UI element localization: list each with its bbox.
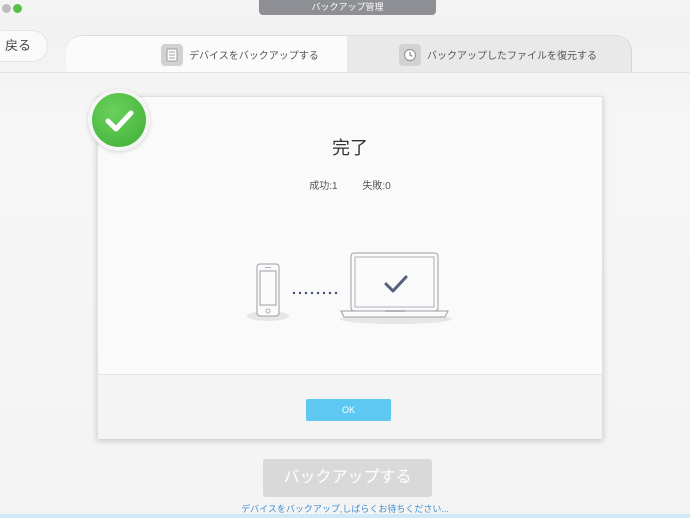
tab-backup-device[interactable]: デバイスをバックアップする xyxy=(66,35,348,73)
tab-restore-files[interactable]: バックアップしたファイルを復元する xyxy=(347,35,632,73)
dialog-title: 完了 xyxy=(332,138,368,158)
completion-dialog: 完了 成功:1 失敗:0 OK xyxy=(97,96,603,439)
tab-divider xyxy=(0,72,690,73)
fail-count: 失敗:0 xyxy=(362,181,391,192)
tab-label: バックアップしたファイルを復元する xyxy=(427,51,597,62)
window-zoom-button[interactable] xyxy=(13,4,22,13)
ok-button[interactable]: OK xyxy=(306,399,391,421)
progress-bar xyxy=(0,514,690,518)
transfer-illustration xyxy=(247,252,452,324)
document-icon xyxy=(161,43,183,66)
result-stats: 成功:1 失敗:0 xyxy=(98,177,602,192)
laptop-icon xyxy=(340,252,452,324)
window-title: バックアップ管理 xyxy=(259,0,436,15)
tab-label: デバイスをバックアップする xyxy=(189,51,319,62)
success-check-icon xyxy=(88,89,150,151)
phone-icon xyxy=(247,263,289,321)
back-button[interactable]: 戻る xyxy=(0,30,48,62)
backup-button[interactable]: バックアップする xyxy=(263,459,432,497)
title-bar: バックアップ管理 xyxy=(0,0,690,18)
window-close-button[interactable] xyxy=(2,4,11,13)
success-count: 成功:1 xyxy=(309,181,338,192)
restore-clock-icon xyxy=(399,43,421,66)
transfer-dots xyxy=(292,291,338,295)
